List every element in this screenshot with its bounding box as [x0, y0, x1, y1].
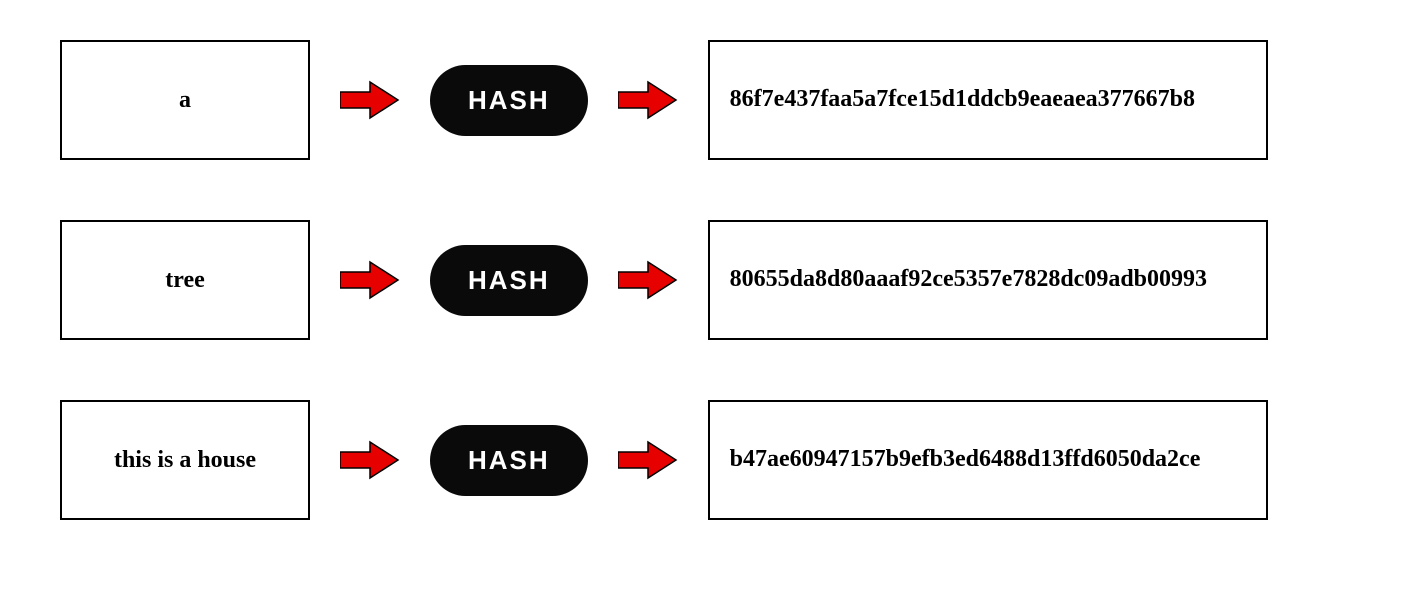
hash-row: this is a house HASH b47ae60947157b9efb3… [60, 400, 1365, 520]
hash-label: HASH [468, 265, 550, 295]
input-text: this is a house [114, 447, 256, 474]
output-box: 86f7e437faa5a7fce15d1ddcb9eaeaea377667b8 [708, 40, 1268, 160]
hash-label: HASH [468, 85, 550, 115]
output-box: 80655da8d80aaaf92ce5357e7828dc09adb00993 [708, 220, 1268, 340]
arrow-icon [618, 440, 678, 480]
input-box: tree [60, 220, 310, 340]
arrow-icon [618, 80, 678, 120]
output-box: b47ae60947157b9efb3ed6488d13ffd6050da2ce [708, 400, 1268, 520]
output-text: 80655da8d80aaaf92ce5357e7828dc09adb00993 [730, 263, 1207, 297]
hash-badge: HASH [430, 245, 588, 316]
hash-label: HASH [468, 445, 550, 475]
arrow-icon [340, 80, 400, 120]
hash-row: tree HASH 80655da8d80aaaf92ce5357e7828dc… [60, 220, 1365, 340]
arrow-icon [340, 260, 400, 300]
output-text: b47ae60947157b9efb3ed6488d13ffd6050da2ce [730, 443, 1201, 477]
output-text: 86f7e437faa5a7fce15d1ddcb9eaeaea377667b8 [730, 83, 1195, 117]
hash-row: a HASH 86f7e437faa5a7fce15d1ddcb9eaeaea3… [60, 40, 1365, 160]
hash-badge: HASH [430, 65, 588, 136]
input-box: a [60, 40, 310, 160]
arrow-icon [340, 440, 400, 480]
hash-badge: HASH [430, 425, 588, 496]
arrow-icon [618, 260, 678, 300]
input-text: tree [165, 267, 205, 294]
input-text: a [179, 87, 191, 114]
input-box: this is a house [60, 400, 310, 520]
